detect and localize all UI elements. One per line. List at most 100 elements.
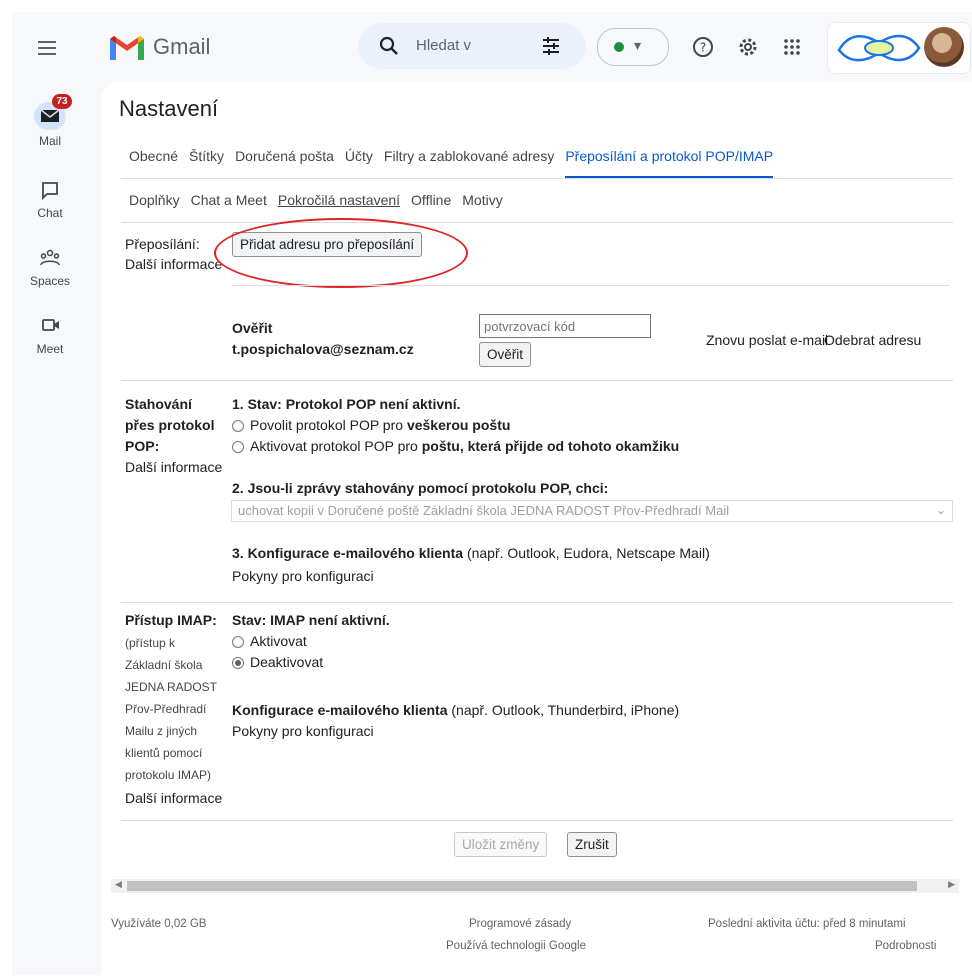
tab-accounts[interactable]: Účty	[345, 148, 373, 178]
unread-badge: 73	[52, 94, 72, 109]
imap-option-disable[interactable]: Deaktivovat	[232, 654, 323, 670]
imap-more-info-link[interactable]: Další informace	[125, 790, 222, 806]
status-dot-icon	[614, 42, 624, 52]
status-selector[interactable]: ▾	[597, 28, 669, 66]
cancel-button[interactable]: Zrušit	[567, 832, 617, 857]
window-frame-top	[0, 0, 972, 12]
rail-item-spaces[interactable]: Spaces	[12, 240, 88, 288]
filter-icon[interactable]	[540, 35, 562, 57]
imap-note-line: JEDNA RADOST	[125, 680, 218, 694]
avatar[interactable]	[924, 27, 964, 67]
last-activity-text: Poslední aktivita účtu: před 8 minutami	[708, 918, 906, 930]
imap-client-config: Konfigurace e-mailového klienta (např. O…	[232, 702, 679, 718]
rail-item-chat[interactable]: Chat	[12, 172, 88, 220]
gear-icon[interactable]	[735, 34, 761, 60]
rail-label-meet: Meet	[36, 342, 64, 356]
search-input[interactable]: Hledat v	[416, 37, 486, 54]
search-icon[interactable]	[378, 35, 400, 57]
pop-action-select[interactable]: uchovat kopii v Doručené poště Základní …	[231, 500, 953, 522]
storage-usage: Využíváte 0,02 GB	[111, 918, 207, 930]
imap-note-line: Mailu z jiných	[125, 724, 198, 738]
tab-themes[interactable]: Motivy	[462, 192, 502, 208]
scroll-left-icon[interactable]: ◀	[115, 879, 122, 890]
menu-icon[interactable]	[34, 34, 62, 62]
confirmation-code-input[interactable]	[479, 314, 651, 338]
tab-labels[interactable]: Štítky	[189, 148, 224, 178]
tab-chat-meet[interactable]: Chat a Meet	[191, 192, 267, 208]
tab-forwarding-pop-imap[interactable]: Přeposílání a protokol POP/IMAP	[565, 148, 774, 178]
actions-divider	[121, 820, 953, 821]
tab-addons[interactable]: Doplňky	[129, 192, 180, 208]
scrollbar-thumb[interactable]	[127, 881, 917, 891]
gmail-m-icon	[110, 36, 144, 60]
pop-config-instructions-link[interactable]: Pokyny pro konfiguraci	[232, 568, 374, 584]
tabs-divider-2	[121, 222, 953, 223]
imap-enable-text: Aktivovat	[250, 633, 307, 649]
tab-inbox[interactable]: Doručená pošta	[235, 148, 334, 178]
rail-item-meet[interactable]: Meet	[12, 308, 88, 356]
radio-imap-disable[interactable]	[232, 657, 244, 669]
pop-label-line2: přes protokol	[125, 417, 215, 433]
forwarding-label: Přeposílání:	[125, 236, 200, 252]
apps-grid-icon[interactable]	[779, 34, 805, 60]
settings-tabs-row2: Doplňky Chat a Meet Pokročilá nastavení …	[129, 192, 514, 208]
help-icon[interactable]: ?	[690, 34, 716, 60]
meet-icon	[34, 308, 66, 340]
pop-client-note: (např. Outlook, Eudora, Netscape Mail)	[463, 545, 710, 561]
settings-panel: Nastavení Obecné Štítky Doručená pošta Ú…	[101, 82, 972, 975]
program-policies-link[interactable]: Programové zásady	[469, 918, 571, 930]
settings-tabs-row1: Obecné Štítky Doručená pošta Účty Filtry…	[129, 148, 784, 178]
app-name: Gmail	[153, 34, 211, 59]
verify-label: Ověřit	[232, 320, 273, 336]
verify-button[interactable]: Ověřit	[479, 342, 532, 367]
save-changes-button[interactable]: Uložit změny	[454, 832, 548, 857]
rail-label-spaces: Spaces	[29, 274, 71, 288]
gmail-logo[interactable]: Gmail	[107, 32, 210, 62]
tab-offline[interactable]: Offline	[411, 192, 451, 208]
horizontal-scrollbar[interactable]: ◀ ▶	[111, 879, 959, 893]
pop-more-info-link[interactable]: Další informace	[125, 459, 222, 475]
scroll-right-icon[interactable]: ▶	[948, 879, 955, 890]
pop-option-from-now[interactable]: Aktivovat protokol POP pro poštu, která …	[232, 438, 679, 454]
section-divider-imap	[121, 602, 953, 603]
pop-label-line3: POP:	[125, 438, 160, 454]
radio-pop-all[interactable]	[232, 420, 244, 432]
remove-address-link[interactable]: Odebrat adresu	[824, 332, 921, 348]
imap-note-line: Základní škola	[125, 658, 203, 672]
pop-status: 1. Stav: Protokol POP není aktivní.	[232, 396, 461, 412]
spaces-icon	[34, 240, 66, 272]
left-rail: 73 Mail Chat Spaces Meet	[12, 82, 88, 975]
pop-option-from-now-bold: poštu, která přijde od tohoto okamžiku	[421, 438, 680, 454]
details-link[interactable]: Podrobnosti	[875, 940, 936, 952]
tab-general[interactable]: Obecné	[129, 148, 178, 178]
top-bar: Gmail Hledat v ▾ ?	[12, 12, 972, 82]
radio-imap-enable[interactable]	[232, 636, 244, 648]
pop-label-line1: Stahování	[125, 396, 192, 412]
pop-when-heading: 2. Jsou-li zprávy stahovány pomocí proto…	[232, 480, 609, 496]
imap-config-instructions-link[interactable]: Pokyny pro konfiguraci	[232, 723, 374, 739]
search-bar[interactable]: Hledat v	[358, 23, 586, 69]
forwarding-more-info-link[interactable]: Další informace	[125, 256, 222, 272]
svg-text:?: ?	[700, 41, 706, 55]
chevron-down-icon: ⌄	[935, 503, 946, 517]
window-frame-left	[0, 0, 12, 979]
pop-option-all-text: Povolit protokol POP pro	[250, 417, 407, 433]
imap-client-heading: Konfigurace e-mailového klienta	[232, 702, 448, 718]
resend-email-link[interactable]: Znovu poslat e-mail	[706, 332, 828, 348]
rail-item-mail[interactable]: 73 Mail	[12, 94, 88, 148]
forwarding-divider	[232, 285, 950, 286]
imap-note-line: klientů pomocí	[125, 746, 203, 760]
pop-option-all[interactable]: Povolit protokol POP pro veškerou poštu	[232, 417, 510, 433]
pop-option-all-bold: veškerou poštu	[406, 417, 511, 433]
radio-pop-from-now[interactable]	[232, 441, 244, 453]
imap-option-enable[interactable]: Aktivovat	[232, 633, 307, 649]
section-divider-pop	[121, 380, 953, 381]
tab-advanced[interactable]: Pokročilá nastavení	[278, 192, 400, 208]
tabs-divider	[121, 178, 953, 179]
verify-email: t.pospichalova@seznam.cz	[232, 341, 414, 357]
pop-option-from-now-text: Aktivovat protokol POP pro	[250, 438, 422, 454]
chat-icon	[34, 172, 66, 204]
window-frame-bottom	[0, 975, 972, 979]
pop-client-heading: 3. Konfigurace e-mailového klienta	[232, 545, 464, 561]
tab-filters[interactable]: Filtry a zablokované adresy	[384, 148, 554, 178]
